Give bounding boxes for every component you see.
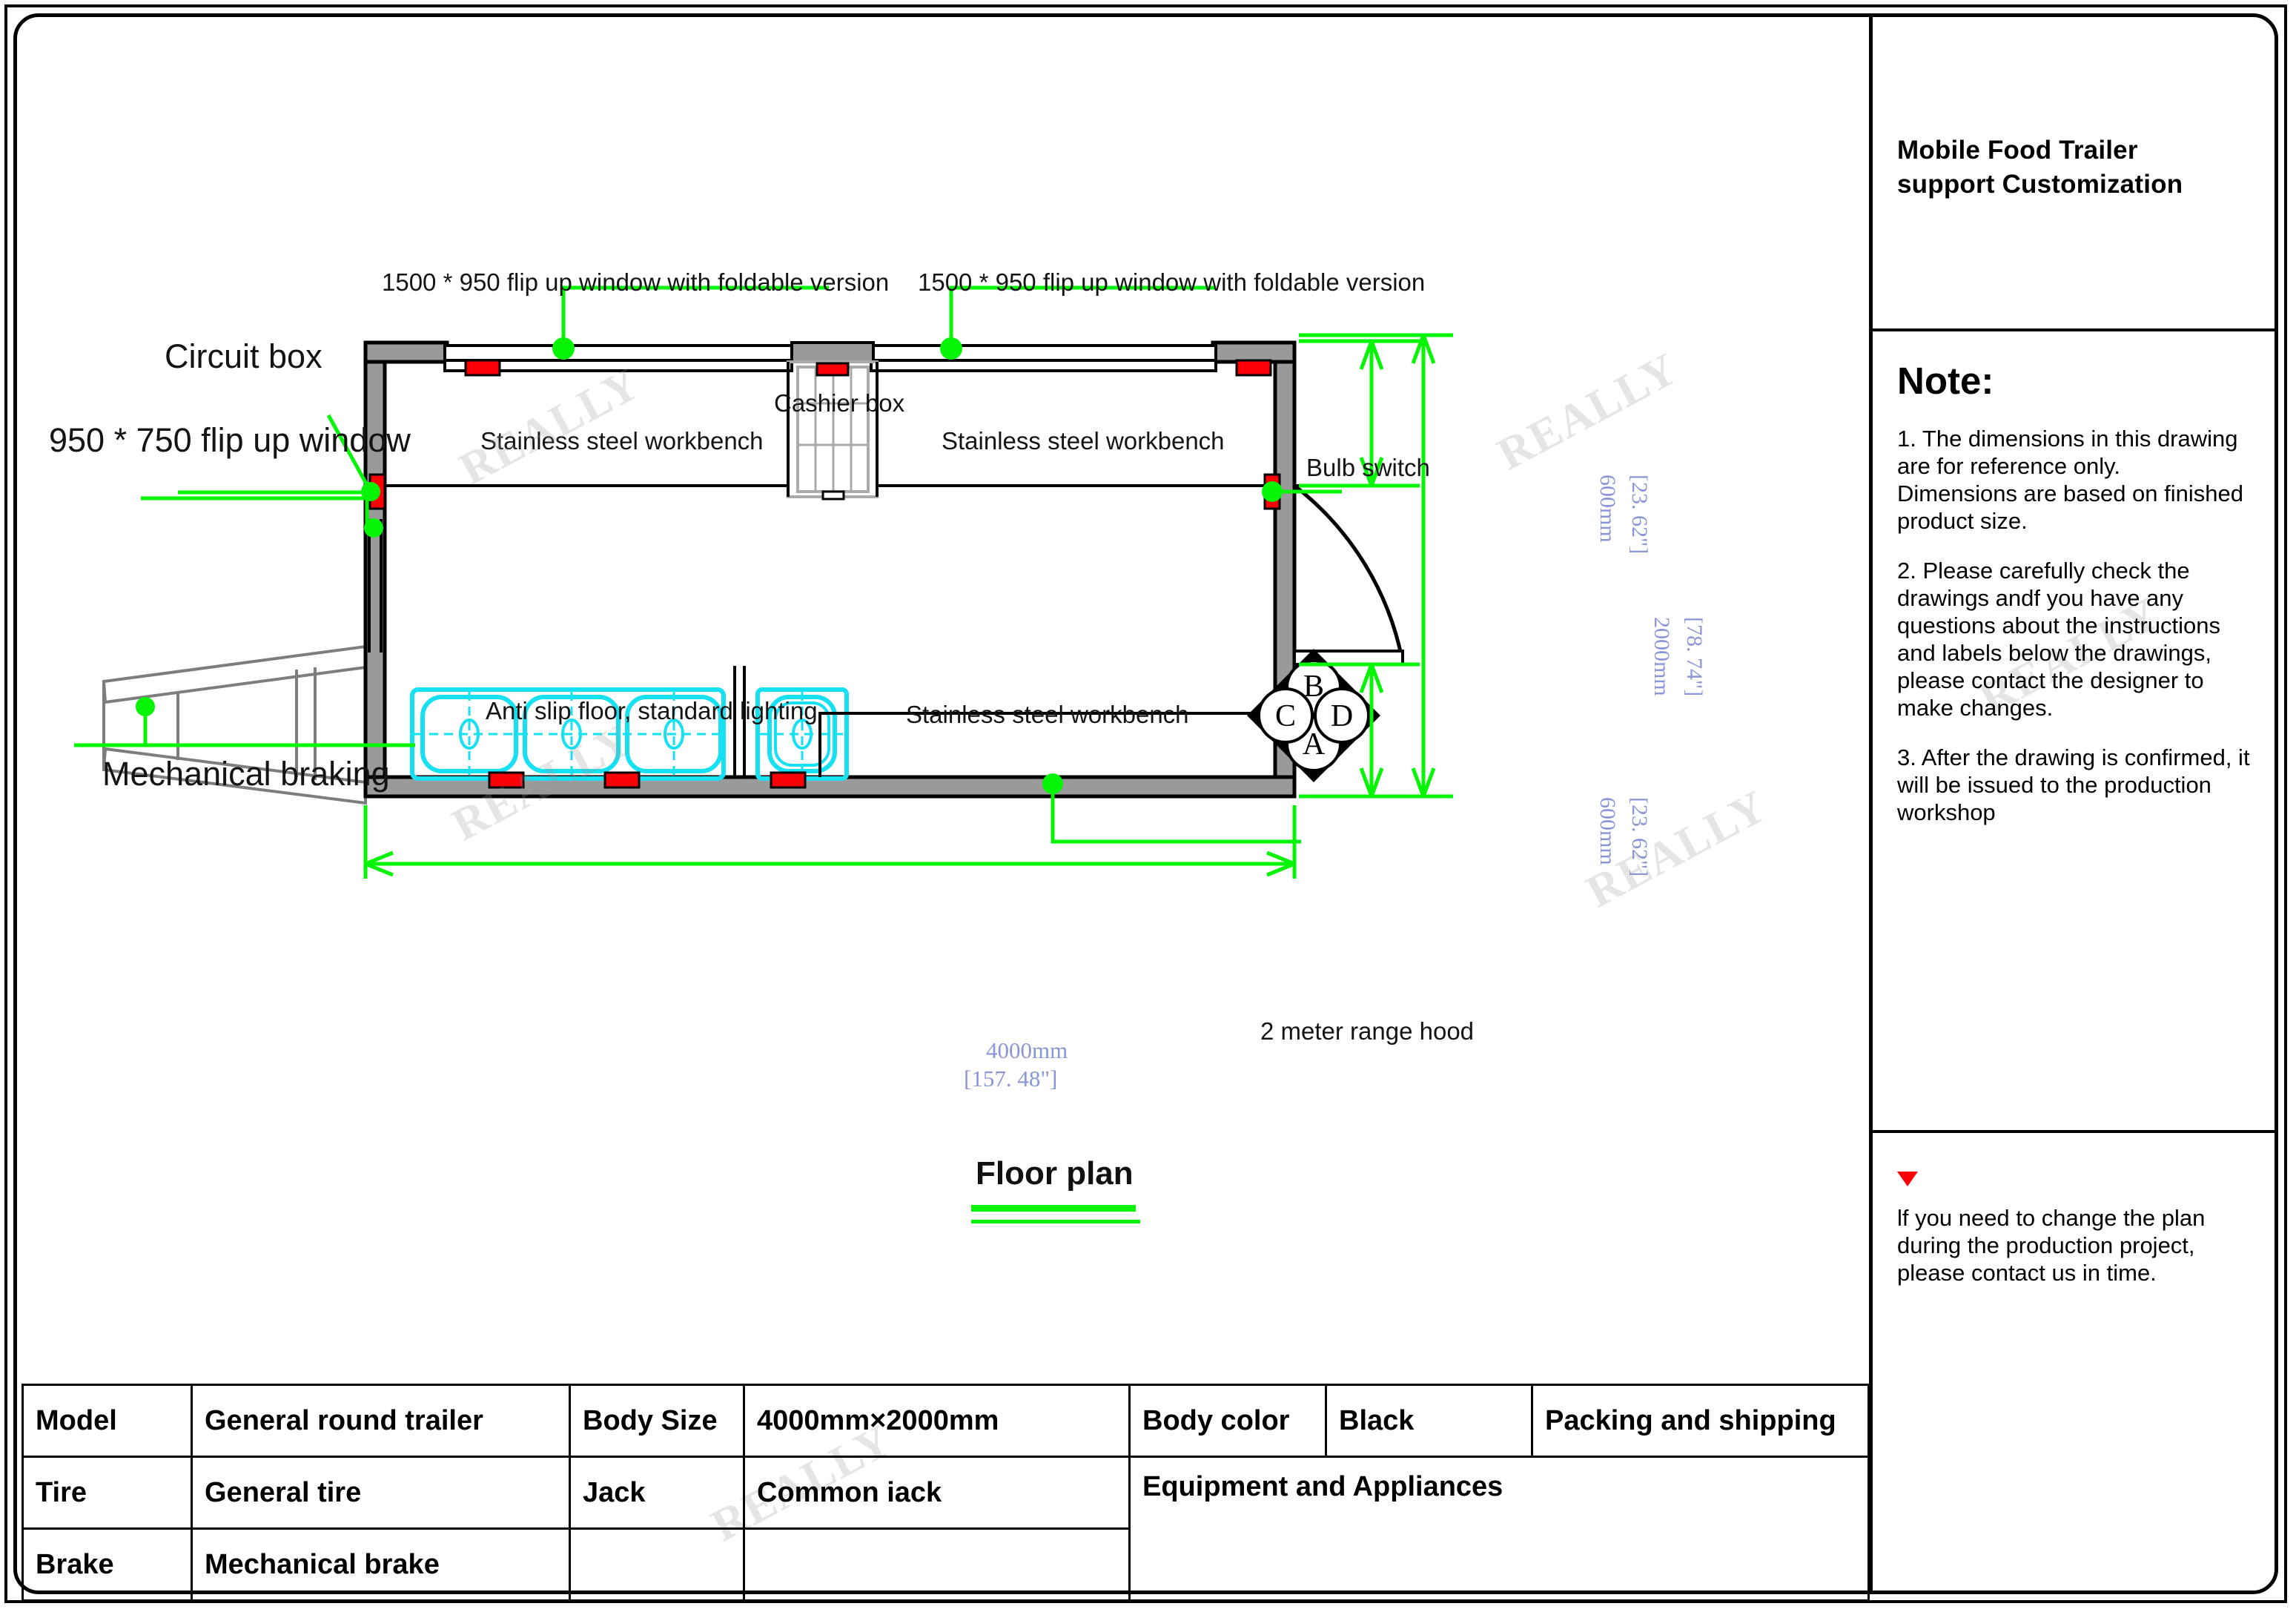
compass-north-label: B (1303, 670, 1324, 704)
compass-south-label: A (1303, 727, 1326, 762)
cell-empty-1 (569, 1527, 745, 1602)
dim-door-top-in: [23. 62"] (1627, 475, 1652, 555)
callout-cashier-box: Cashier box (774, 389, 905, 417)
note-item-2: 2. Please carefully check the drawings a… (1897, 558, 2220, 721)
note-item-3: 3. After the drawing is confirmed, it wi… (1897, 744, 2250, 825)
cell-brake-label: Brake (21, 1527, 193, 1602)
callout-workbench-top-left: Stainless steel workbench (480, 427, 764, 455)
cell-empty-2 (743, 1527, 1131, 1602)
cell-bodysize-value: 4000mm×2000mm (743, 1384, 1131, 1458)
spec-table: Model General round trailer Body Size 40… (21, 1384, 1870, 1602)
floor-plan-underline-thick (971, 1205, 1136, 1212)
dim-width-in: [78. 74"] (1682, 617, 1707, 697)
title-line-1: Mobile Food Trailer (1897, 136, 2138, 165)
callout-workbench-bottom: Stainless steel workbench (906, 701, 1189, 728)
footer-block: lf you need to change the plan during th… (1897, 1172, 2260, 1286)
right-info-column: Mobile Food Trailer support Customizatio… (1869, 15, 2278, 1594)
cell-equipment-appliances: Equipment and Appliances (1128, 1456, 1870, 1602)
table-row: Tire General tire Jack Common iack Equip… (21, 1456, 1870, 1602)
compass-rose: B A C D (1247, 649, 1380, 782)
floor-plan-title: Floor plan (976, 1155, 1134, 1192)
table-row: Model General round trailer Body Size 40… (21, 1384, 1870, 1458)
info-divider-2 (1873, 1130, 2278, 1133)
dim-door-top-mm: 600mm (1595, 475, 1620, 543)
door-swing-arc (1293, 484, 1404, 666)
cell-packing-shipping: Packing and shipping (1531, 1384, 1870, 1458)
callout-workbench-top-right: Stainless steel workbench (942, 427, 1225, 455)
callout-circuit-box: Circuit box (165, 337, 322, 375)
callout-bulb-switch: Bulb switch (1306, 454, 1430, 481)
cell-brake-value: Mechanical brake (191, 1527, 571, 1602)
title-block: Mobile Food Trailer support Customizatio… (1897, 133, 2260, 202)
cell-jack-value: Common iack (743, 1456, 1131, 1530)
cashier-box-window (787, 341, 879, 501)
callout-anti-slip-floor: Anti slip floor, standard lighting (486, 697, 818, 724)
note-item-1: 1. The dimensions in this drawing are fo… (1897, 426, 2243, 534)
cell-model-value: General round trailer (191, 1384, 571, 1458)
cell-bodysize-label: Body Size (569, 1384, 745, 1458)
callout-window-950-750: 950 * 750 flip up window (49, 421, 411, 459)
compass-east-label: D (1331, 699, 1353, 733)
callout-window-1500-950-left: 1500 * 950 flip up window with foldable … (382, 268, 890, 296)
note-heading: Note: (1897, 360, 1994, 402)
dim-length-mm: 4000mm (986, 1037, 1068, 1063)
note-block: Note: 1. The dimensions in this drawing … (1897, 362, 2260, 848)
title-line-2: support Customization (1897, 170, 2183, 199)
callout-mechanical-braking: Mechanical braking (102, 755, 390, 793)
info-divider-1 (1873, 328, 2278, 331)
callout-window-1500-950-right: 1500 * 950 flip up window with foldable … (918, 268, 1426, 296)
cell-bodycolor-label: Body color (1128, 1384, 1327, 1458)
red-triangle-down-icon (1897, 1172, 1918, 1186)
compass-west-label: C (1275, 699, 1296, 733)
cell-bodycolor-value: Black (1325, 1384, 1533, 1458)
dim-door-bottom-mm: 600mm (1595, 797, 1620, 865)
cell-jack-label: Jack (569, 1456, 745, 1530)
cell-tire-value: General tire (191, 1456, 571, 1530)
dim-length-in: [157. 48"] (964, 1066, 1058, 1091)
cell-model-label: Model (21, 1384, 193, 1458)
dim-width-mm: 2000mm (1650, 617, 1674, 696)
cell-tire-label: Tire (21, 1456, 193, 1530)
callout-range-hood: 2 meter range hood (1260, 1017, 1475, 1045)
dim-door-bottom-in: [23. 62"] (1627, 797, 1652, 877)
footer-note-text: lf you need to change the plan during th… (1897, 1205, 2206, 1286)
floor-plan-underline-thin (971, 1220, 1140, 1223)
floor-plan-drawing: B A C D (0, 0, 1868, 1335)
